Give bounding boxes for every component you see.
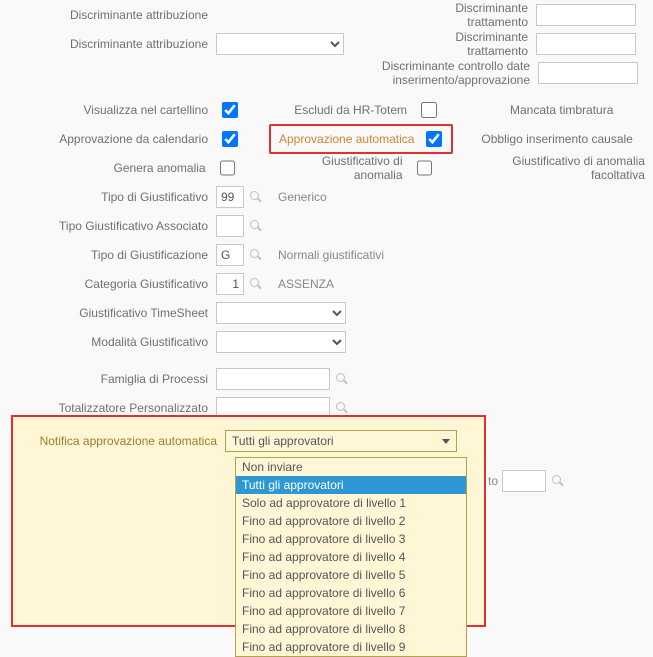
dropdown-option[interactable]: Fino ad approvatore di livello 5 — [236, 566, 466, 584]
label-visualizza-cartellino: Visualizza nel cartellino — [0, 103, 216, 117]
outside-row-fragment: to — [488, 470, 566, 492]
label-discriminante-trattamento-2: Discriminante trattamento — [392, 30, 536, 58]
label-discriminante-controllo-date: Discriminante controllo date inserimento… — [250, 59, 538, 87]
dropdown-option[interactable]: Fino ad approvatore di livello 9 — [236, 638, 466, 656]
dropdown-option[interactable]: Fino ad approvatore di livello 7 — [236, 602, 466, 620]
input-sigla-approvazione-extra[interactable] — [502, 470, 546, 492]
label-genera-anomalia: Genera anomalia — [0, 161, 214, 175]
search-icon[interactable] — [248, 247, 264, 263]
checkbox-giustificativo-anomalia[interactable] — [417, 160, 433, 176]
label-giustificativo-timesheet: Giustificativo TimeSheet — [0, 306, 216, 320]
label-categoria-giustificativo: Categoria Giustificativo — [0, 277, 216, 291]
input-discriminante-trattamento-2[interactable] — [536, 33, 636, 55]
dropdown-option[interactable]: Tutti gli approvatori — [236, 476, 466, 494]
label-discriminante-attribuzione-2: Discriminante attribuzione — [0, 37, 216, 51]
checkbox-visualizza-cartellino[interactable] — [222, 102, 238, 118]
label-totalizzatore-personalizzato: Totalizzatore Personalizzato — [0, 401, 216, 415]
label-famiglia-processi: Famiglia di Processi — [0, 372, 216, 386]
label-mancata-timbratura: Mancata timbratura — [510, 103, 621, 117]
desc-categoria-giustificativo: ASSENZA — [278, 277, 334, 291]
input-tipo-giustificazione[interactable] — [216, 244, 244, 266]
input-tipo-giustificativo[interactable] — [216, 186, 244, 208]
label-approvazione-automatica: Approvazione automatica — [277, 132, 420, 146]
search-icon[interactable] — [334, 400, 350, 416]
label-modalita-giustificativo: Modalità Giustificativo — [0, 335, 216, 349]
checkbox-genera-anomalia[interactable] — [220, 160, 236, 176]
search-icon[interactable] — [550, 473, 566, 489]
chevron-down-icon — [442, 439, 450, 444]
select-giustificativo-timesheet[interactable] — [216, 302, 346, 324]
highlight-approvazione-automatica: Approvazione automatica — [269, 124, 453, 154]
checkbox-approvazione-automatica[interactable] — [426, 131, 442, 147]
dropdown-option[interactable]: Solo ad approvatore di livello 1 — [236, 494, 466, 512]
input-categoria-giustificativo[interactable] — [216, 273, 244, 295]
dropdown-option[interactable]: Fino ad approvatore di livello 3 — [236, 530, 466, 548]
label-escludi-totem: Escludi da HR-Totem — [281, 103, 415, 117]
label-approvazione-calendario: Approvazione da calendario — [0, 132, 216, 146]
checkbox-escludi-totem[interactable] — [421, 102, 437, 118]
dropdown-notifica-approvazione: Non inviareTutti gli approvatoriSolo ad … — [235, 457, 467, 657]
label-sigla-suffix: to — [488, 474, 498, 488]
dropdown-option[interactable]: Non inviare — [236, 458, 466, 476]
dropdown-option[interactable]: Fino ad approvatore di livello 6 — [236, 584, 466, 602]
search-icon[interactable] — [248, 276, 264, 292]
search-icon[interactable] — [248, 189, 264, 205]
dropdown-option[interactable]: Fino ad approvatore di livello 2 — [236, 512, 466, 530]
desc-tipo-giustificativo: Generico — [278, 190, 327, 204]
select-modalita-giustificativo[interactable] — [216, 331, 346, 353]
input-discriminante-trattamento-1[interactable] — [536, 4, 636, 26]
label-tipo-giustificativo-associato: Tipo Giustificativo Associato — [0, 219, 216, 233]
select-discriminante-attribuzione[interactable] — [216, 33, 344, 55]
label-notifica-approvazione-automatica: Notifica approvazione automatica — [21, 434, 225, 448]
dropdown-option[interactable]: Fino ad approvatore di livello 8 — [236, 620, 466, 638]
select-notifica-value: Tutti gli approvatori — [232, 434, 334, 448]
input-tipo-giustificativo-associato[interactable] — [216, 215, 244, 237]
dropdown-option[interactable]: Fino ad approvatore di livello 4 — [236, 548, 466, 566]
desc-tipo-giustificazione: Normali giustificativi — [278, 248, 384, 262]
label-giustificativo-anomalia: Giustificativo di anomalia — [278, 154, 411, 182]
label-discriminante-attribuzione-1: Discriminante attribuzione — [0, 8, 216, 22]
label-sigla-approvazione: Sigla per approvazione a — [13, 484, 217, 498]
input-famiglia-processi[interactable] — [216, 368, 330, 390]
label-tipo-giustificazione: Tipo di Giustificazione — [0, 248, 216, 262]
input-discriminante-controllo-date[interactable] — [538, 62, 638, 84]
search-icon[interactable] — [248, 218, 264, 234]
checkbox-approvazione-calendario[interactable] — [222, 131, 238, 147]
label-obbligo-causale: Obbligo inserimento causale — [481, 132, 640, 146]
label-tipo-giustificativo: Tipo di Giustificativo — [0, 190, 216, 204]
panel-notifica-approvazione: Notifica approvazione automatica Tutti g… — [11, 415, 486, 627]
search-icon[interactable] — [334, 371, 350, 387]
form-area: Discriminante attribuzione Discriminante… — [0, 0, 653, 653]
label-discriminante-trattamento-1: Discriminante trattamento — [392, 1, 536, 29]
label-giustificativo-anomalia-facoltativa: Giustificativo di anomalia facoltativa — [457, 154, 653, 182]
select-notifica-approvazione[interactable]: Tutti gli approvatori — [225, 430, 457, 452]
